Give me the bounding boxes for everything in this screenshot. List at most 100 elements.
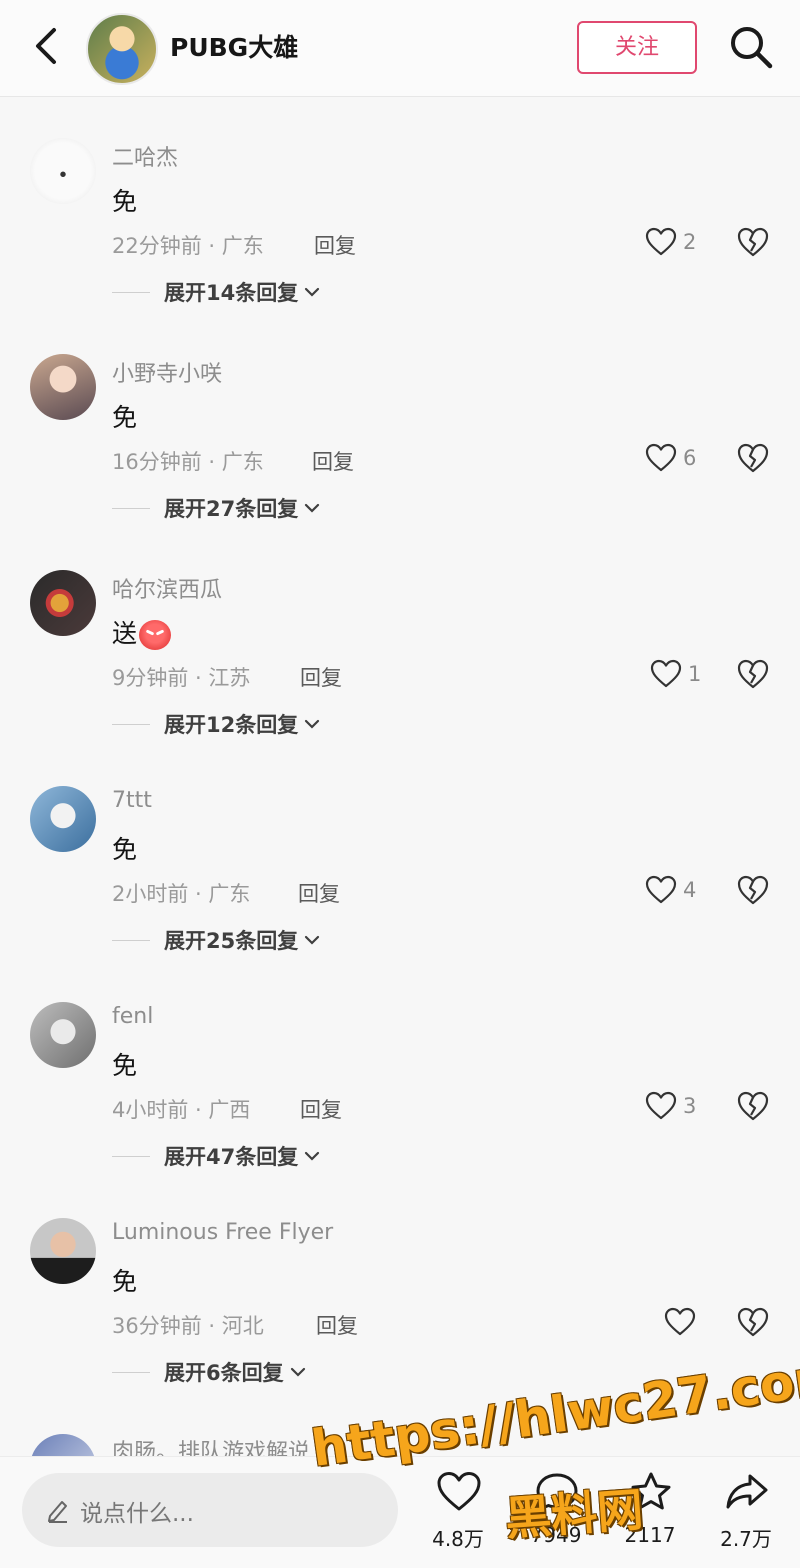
dislike-button[interactable] xyxy=(736,1090,770,1122)
share-count: 2.7万 xyxy=(720,1527,772,1551)
chevron-down-icon xyxy=(290,1367,305,1377)
share-icon xyxy=(726,1474,768,1509)
commenter-avatar[interactable] xyxy=(30,786,96,852)
broken-heart-icon xyxy=(737,1307,769,1337)
comment-text: 免 xyxy=(112,1051,138,1080)
share-action[interactable]: 2.7万 xyxy=(706,1471,786,1563)
dislike-button[interactable] xyxy=(736,1306,770,1338)
dislike-button[interactable] xyxy=(736,874,770,906)
dislike-button[interactable] xyxy=(736,226,770,258)
dislike-button[interactable] xyxy=(736,658,770,690)
commenter-avatar[interactable] xyxy=(30,354,96,420)
expand-replies[interactable]: 展开47条回复 xyxy=(112,1142,320,1170)
like-button[interactable]: 1 xyxy=(650,658,701,690)
commenter-name[interactable]: 哈尔滨西瓜 xyxy=(112,572,222,604)
expand-replies[interactable]: 展开12条回复 xyxy=(112,710,320,738)
comment-input-placeholder: 说点什么... xyxy=(80,1501,194,1527)
like-count: 4.8万 xyxy=(432,1527,484,1551)
chevron-down-icon xyxy=(305,719,320,729)
commenter-name[interactable]: 小野寺小咲 xyxy=(112,356,222,388)
heart-icon xyxy=(645,443,677,472)
like-count: 3 xyxy=(683,1094,697,1118)
like-action[interactable]: 4.8万 xyxy=(418,1471,498,1563)
comment-text: 送 xyxy=(112,614,172,650)
angry-face-emoji xyxy=(139,620,172,650)
like-button[interactable] xyxy=(664,1306,702,1338)
broken-heart-icon xyxy=(737,659,769,689)
comment-page: PUBG大雄 关注 二哈杰 免 22分钟前 · 广东 回复 2 展开14条回复 xyxy=(0,0,800,1568)
expand-replies-label: 展开25条回复 xyxy=(164,929,299,953)
back-icon[interactable] xyxy=(28,22,68,70)
commenter-name[interactable]: Luminous Free Flyer xyxy=(112,1220,333,1245)
search-icon[interactable] xyxy=(728,24,774,70)
comment-input[interactable]: 说点什么... xyxy=(22,1473,398,1547)
chevron-down-icon xyxy=(305,935,320,945)
bottom-action-bar: 说点什么... 4.8万 7949 2117 2.7万 xyxy=(0,1456,800,1568)
divider xyxy=(112,507,150,509)
commenter-name[interactable]: 二哈杰 xyxy=(112,140,178,172)
commenter-avatar[interactable] xyxy=(30,138,96,204)
dislike-button[interactable] xyxy=(736,442,770,474)
commenter-name[interactable]: 7ttt xyxy=(112,788,152,813)
reply-button[interactable]: 回复 xyxy=(300,662,342,692)
comment-action[interactable]: 7949 xyxy=(516,1471,596,1563)
expand-replies[interactable]: 展开27条回复 xyxy=(112,494,320,522)
comment-text: 免 xyxy=(112,187,138,216)
comment-item: Luminous Free Flyer 免 36分钟前 · 河北 回复 展开6条… xyxy=(0,1218,800,1434)
comment-time-location: 16分钟前 · 广东 xyxy=(112,450,264,474)
chevron-down-icon xyxy=(305,1151,320,1161)
author-avatar[interactable] xyxy=(86,13,158,85)
broken-heart-icon xyxy=(737,1091,769,1121)
like-button[interactable]: 2 xyxy=(645,226,696,258)
broken-heart-icon xyxy=(737,443,769,473)
expand-replies[interactable]: 展开25条回复 xyxy=(112,926,320,954)
author-name[interactable]: PUBG大雄 xyxy=(170,28,298,64)
heart-icon xyxy=(664,1307,696,1336)
comment-time-location: 36分钟前 · 河北 xyxy=(112,1314,264,1338)
heart-icon xyxy=(645,1091,677,1120)
broken-heart-icon xyxy=(737,875,769,905)
comment-text: 免 xyxy=(112,835,138,864)
like-button[interactable]: 6 xyxy=(645,442,696,474)
commenter-avatar[interactable] xyxy=(30,1218,96,1284)
expand-replies[interactable]: 展开14条回复 xyxy=(112,278,320,306)
reply-button[interactable]: 回复 xyxy=(298,878,340,908)
heart-icon xyxy=(645,875,677,904)
commenter-avatar[interactable] xyxy=(30,1002,96,1068)
divider xyxy=(112,939,150,941)
commenter-avatar[interactable] xyxy=(30,570,96,636)
commenter-name[interactable]: fenl xyxy=(112,1004,153,1029)
reply-button[interactable]: 回复 xyxy=(314,230,356,260)
favorite-action[interactable]: 2117 xyxy=(610,1471,690,1563)
comment-time-location: 2小时前 · 广东 xyxy=(112,882,251,906)
expand-replies-label: 展开27条回复 xyxy=(164,497,299,521)
expand-replies[interactable]: 展开6条回复 xyxy=(112,1358,306,1386)
reply-button[interactable]: 回复 xyxy=(316,1310,358,1340)
top-bar: PUBG大雄 关注 xyxy=(0,0,800,97)
heart-icon xyxy=(650,659,682,688)
like-count: 6 xyxy=(683,446,697,470)
like-button[interactable]: 3 xyxy=(645,1090,696,1122)
reply-button[interactable]: 回复 xyxy=(312,446,354,476)
divider xyxy=(112,1155,150,1157)
heart-icon xyxy=(437,1472,481,1511)
chevron-down-icon xyxy=(305,287,320,297)
comment-bubble-icon xyxy=(536,1473,578,1511)
comment-text: 免 xyxy=(112,1267,138,1296)
comment-item: 二哈杰 免 22分钟前 · 广东 回复 2 展开14条回复 xyxy=(0,138,800,354)
reply-button[interactable]: 回复 xyxy=(300,1094,342,1124)
follow-button[interactable]: 关注 xyxy=(577,21,697,74)
comment-text: 免 xyxy=(112,403,138,432)
chevron-down-icon xyxy=(305,503,320,513)
comment-item: 7ttt 免 2小时前 · 广东 回复 4 展开25条回复 xyxy=(0,786,800,1002)
expand-replies-label: 展开14条回复 xyxy=(164,281,299,305)
comment-item: fenl 免 4小时前 · 广西 回复 3 展开47条回复 xyxy=(0,1002,800,1218)
like-button[interactable]: 4 xyxy=(645,874,696,906)
comment-item: 哈尔滨西瓜 送 9分钟前 · 江苏 回复 1 展开12条回复 xyxy=(0,570,800,786)
comment-time-location: 4小时前 · 广西 xyxy=(112,1098,251,1122)
comment-time-location: 9分钟前 · 江苏 xyxy=(112,666,251,690)
comment-time-location: 22分钟前 · 广东 xyxy=(112,234,264,258)
expand-replies-label: 展开12条回复 xyxy=(164,713,299,737)
expand-replies-label: 展开6条回复 xyxy=(164,1361,284,1385)
favorite-count: 2117 xyxy=(624,1523,676,1547)
